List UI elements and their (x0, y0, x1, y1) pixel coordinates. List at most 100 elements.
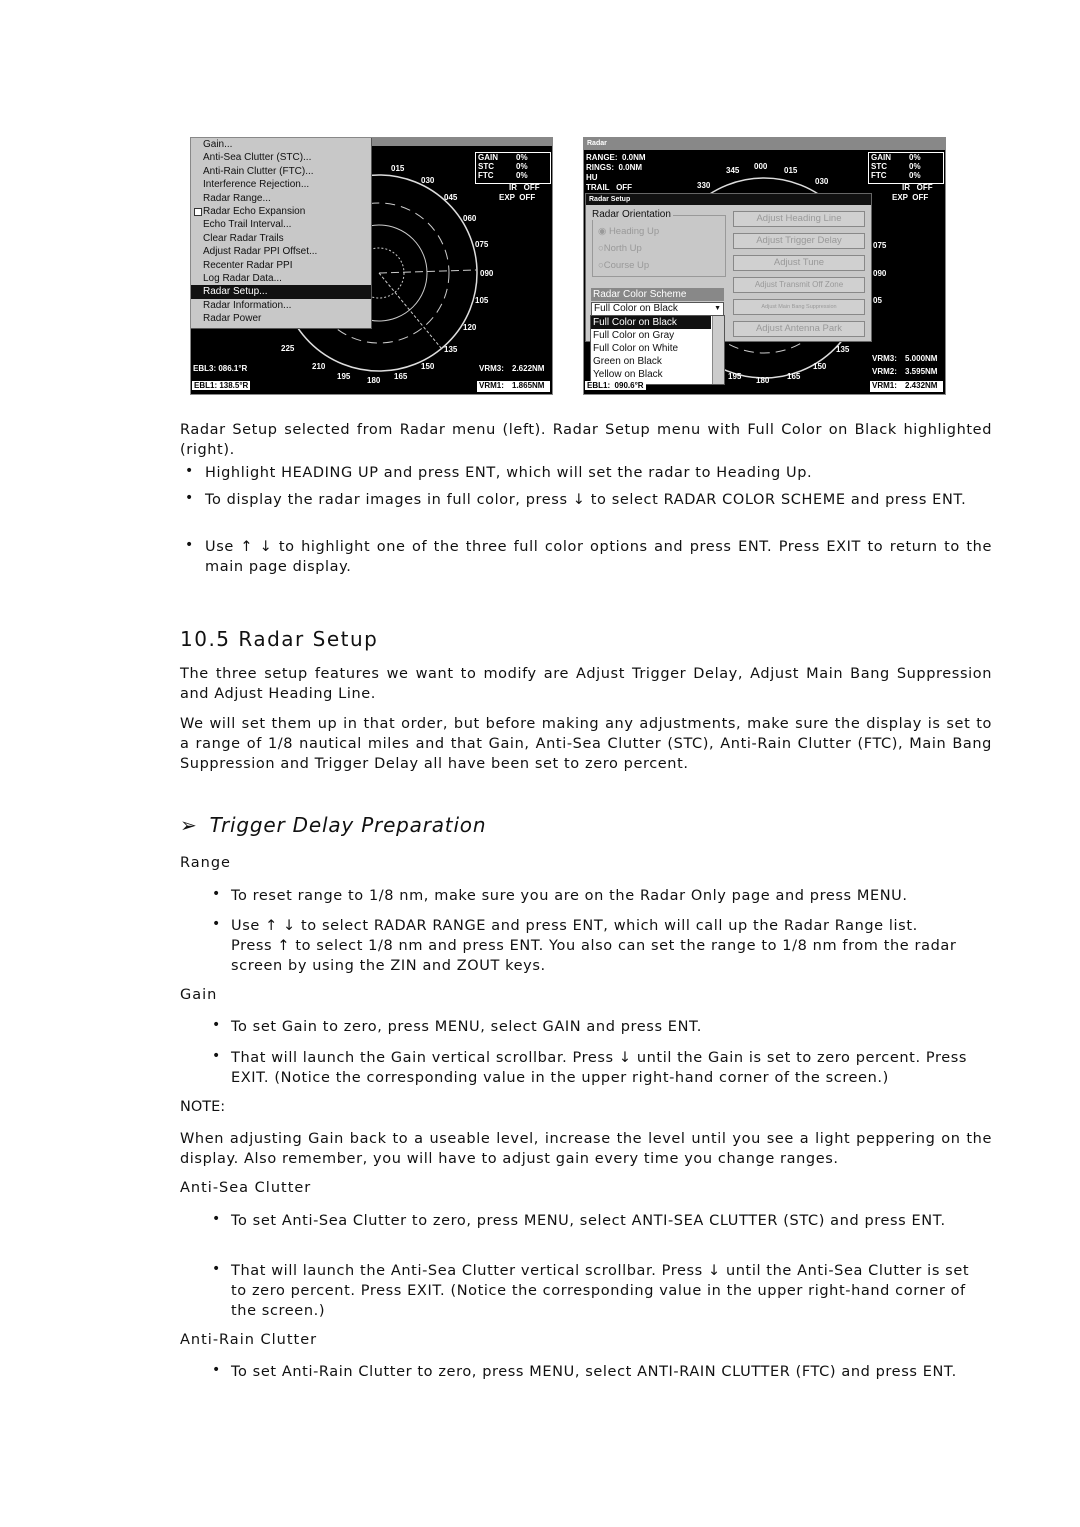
subsection-heading: ➢ Trigger Delay Preparation (180, 813, 486, 837)
menu-item-log-data[interactable]: Log Radar Data... (191, 272, 371, 285)
bullet-icon: • (212, 1211, 221, 1227)
menu-item-clear-trails[interactable]: Clear Radar Trails (191, 232, 371, 245)
bullet-icon: • (185, 490, 194, 506)
orientation-label: Radar Orientation (592, 209, 673, 220)
checkbox-icon[interactable] (194, 208, 202, 216)
menu-item-radar-range[interactable]: Radar Range... (191, 192, 371, 205)
bearing-label: 180 (756, 376, 770, 385)
adjust-main-bang-button[interactable]: Adjust Main Bang Suppression (733, 299, 865, 315)
bearing-label: 075 (475, 240, 489, 249)
vrm3-value: 5.000NM (905, 354, 938, 363)
bullet-icon: • (185, 463, 194, 479)
radio-course-up[interactable]: ○Course Up (598, 260, 649, 271)
bearing-label: 180 (367, 376, 381, 385)
color-option[interactable]: Full Color on Gray (591, 329, 724, 342)
ftc-value: 0% (909, 171, 921, 180)
trail-readout: TRAIL OFF (586, 183, 633, 192)
bearing-label: 090 (873, 269, 887, 278)
adjust-heading-line-button[interactable]: Adjust Heading Line (733, 211, 865, 227)
adjust-antenna-park-button[interactable]: Adjust Antenna Park (733, 321, 865, 337)
bearing-label: 015 (391, 164, 405, 173)
menu-item-gain[interactable]: Gain... (191, 138, 371, 151)
menu-item-ppi-offset[interactable]: Adjust Radar PPI Offset... (191, 245, 371, 258)
radar-menu: Gain... Anti-Sea Clutter (STC)... Anti-R… (191, 138, 372, 329)
color-scheme-select[interactable]: Full Color on Black ▼ (591, 302, 724, 316)
radio-heading-up[interactable]: ◉ Heading Up (598, 226, 659, 237)
radar-setup-screenshot: Radar RANGE: 0.0NM RINGS: 0.0NM HU TRAIL… (583, 137, 946, 395)
list-scrollbar[interactable] (712, 316, 724, 384)
vrm2-label: VRM2: (872, 367, 897, 376)
bullet-icon: • (212, 1362, 221, 1378)
menu-item-anti-sea-clutter[interactable]: Anti-Sea Clutter (STC)... (191, 151, 371, 164)
color-scheme-label: Radar Color Scheme (591, 288, 724, 301)
bullet-icon: • (212, 1261, 221, 1277)
menu-item-radar-information[interactable]: Radar Information... (191, 299, 371, 312)
bullet-text: Use ↑ ↓ to highlight one of the three fu… (205, 539, 992, 575)
rings-readout: RINGS: 0.0NM (586, 163, 643, 172)
menu-item-echo-expansion[interactable]: Radar Echo Expansion (191, 205, 371, 218)
document-page: Gain... Anti-Sea Clutter (STC)... Anti-R… (0, 0, 1080, 1527)
bearing-label: 330 (697, 181, 711, 190)
bearing-label: 030 (421, 176, 435, 185)
bearing-label: 000 (754, 162, 768, 171)
menu-item-echo-trail[interactable]: Echo Trail Interval... (191, 218, 371, 231)
bearing-label: 165 (787, 372, 801, 381)
menu-item-radar-setup[interactable]: Radar Setup... (191, 285, 371, 299)
color-option[interactable]: Full Color on White (591, 342, 724, 355)
menu-item-radar-power[interactable]: Radar Power (191, 312, 371, 325)
vrm2-value: 3.595NM (905, 367, 938, 376)
bullet-text: To reset range to 1/8 nm, make sure you … (231, 888, 908, 904)
adjust-tune-button[interactable]: Adjust Tune (733, 255, 865, 271)
color-option[interactable]: Full Color on Black (591, 316, 711, 329)
vrm3-label: VRM3: (479, 364, 504, 373)
bearing-label: 030 (815, 177, 829, 186)
bullet-text: Use ↑ ↓ to select RADAR RANGE and press … (231, 918, 957, 974)
bearing-label: 165 (394, 372, 408, 381)
bearing-label: 210 (312, 362, 326, 371)
bearing-label: 195 (337, 372, 351, 381)
bearing-label: 150 (421, 362, 435, 371)
stc-value: 0% (516, 162, 528, 171)
bearing-label: 195 (728, 372, 742, 381)
bearing-label: 045 (444, 193, 458, 202)
stc-label: STC (871, 162, 887, 171)
bearing-label: 05 (873, 296, 882, 305)
bullet-icon: • (212, 916, 221, 932)
color-option[interactable]: Green on Black (591, 355, 724, 368)
adjust-transmit-off-zone-button[interactable]: Adjust Transmit Off Zone (733, 277, 865, 293)
bearing-label: 015 (784, 166, 798, 175)
exp-status: EXP OFF (499, 193, 536, 202)
chevron-down-icon[interactable]: ▼ (714, 303, 721, 315)
status-box: GAIN 0% STC 0% FTC 0% (868, 152, 944, 184)
gain-value: 0% (516, 153, 528, 162)
bearing-label: 225 (281, 344, 295, 353)
ftc-label: FTC (871, 171, 887, 180)
ir-status: IR OFF (509, 183, 540, 192)
adjust-trigger-delay-button[interactable]: Adjust Trigger Delay (733, 233, 865, 249)
bearing-label: 090 (480, 269, 494, 278)
gain-heading: Gain (180, 987, 218, 1003)
bearing-label: 105 (475, 296, 489, 305)
bearing-label: 135 (836, 345, 850, 354)
bullet-text: To set Anti-Sea Clutter to zero, press M… (231, 1213, 946, 1229)
note-text: When adjusting Gain back to a useable le… (180, 1131, 992, 1167)
radio-label: North Up (603, 243, 642, 254)
menu-item-interference-rejection[interactable]: Interference Rejection... (191, 178, 371, 191)
bearing-label: 075 (873, 241, 887, 250)
color-scheme-list: Full Color on Black Full Color on Gray F… (590, 315, 725, 385)
color-option[interactable]: Yellow on Black (591, 368, 724, 381)
subsection-title: Trigger Delay Preparation (209, 813, 487, 837)
bullet-text: That will launch the Gain vertical scrol… (231, 1050, 968, 1086)
menu-item-recenter-ppi[interactable]: Recenter Radar PPI (191, 259, 371, 272)
vrm3-value: 2.622NM (512, 364, 545, 373)
ebl1-readout: EBL1: 138.5°R (192, 381, 251, 390)
bullet-text: To display the radar images in full colo… (205, 492, 967, 508)
radio-north-up[interactable]: ○North Up (598, 243, 642, 254)
bullet-text: Highlight HEADING UP and press ENT, whic… (205, 465, 813, 481)
vrm1-label: VRM1: (479, 381, 504, 390)
bullet-icon: • (212, 1017, 221, 1033)
bearing-label: 135 (444, 345, 458, 354)
anti-sea-clutter-heading: Anti-Sea Clutter (180, 1180, 312, 1196)
menu-item-anti-rain-clutter[interactable]: Anti-Rain Clutter (FTC)... (191, 165, 371, 178)
vrm1-value: 1.865NM (512, 381, 545, 390)
